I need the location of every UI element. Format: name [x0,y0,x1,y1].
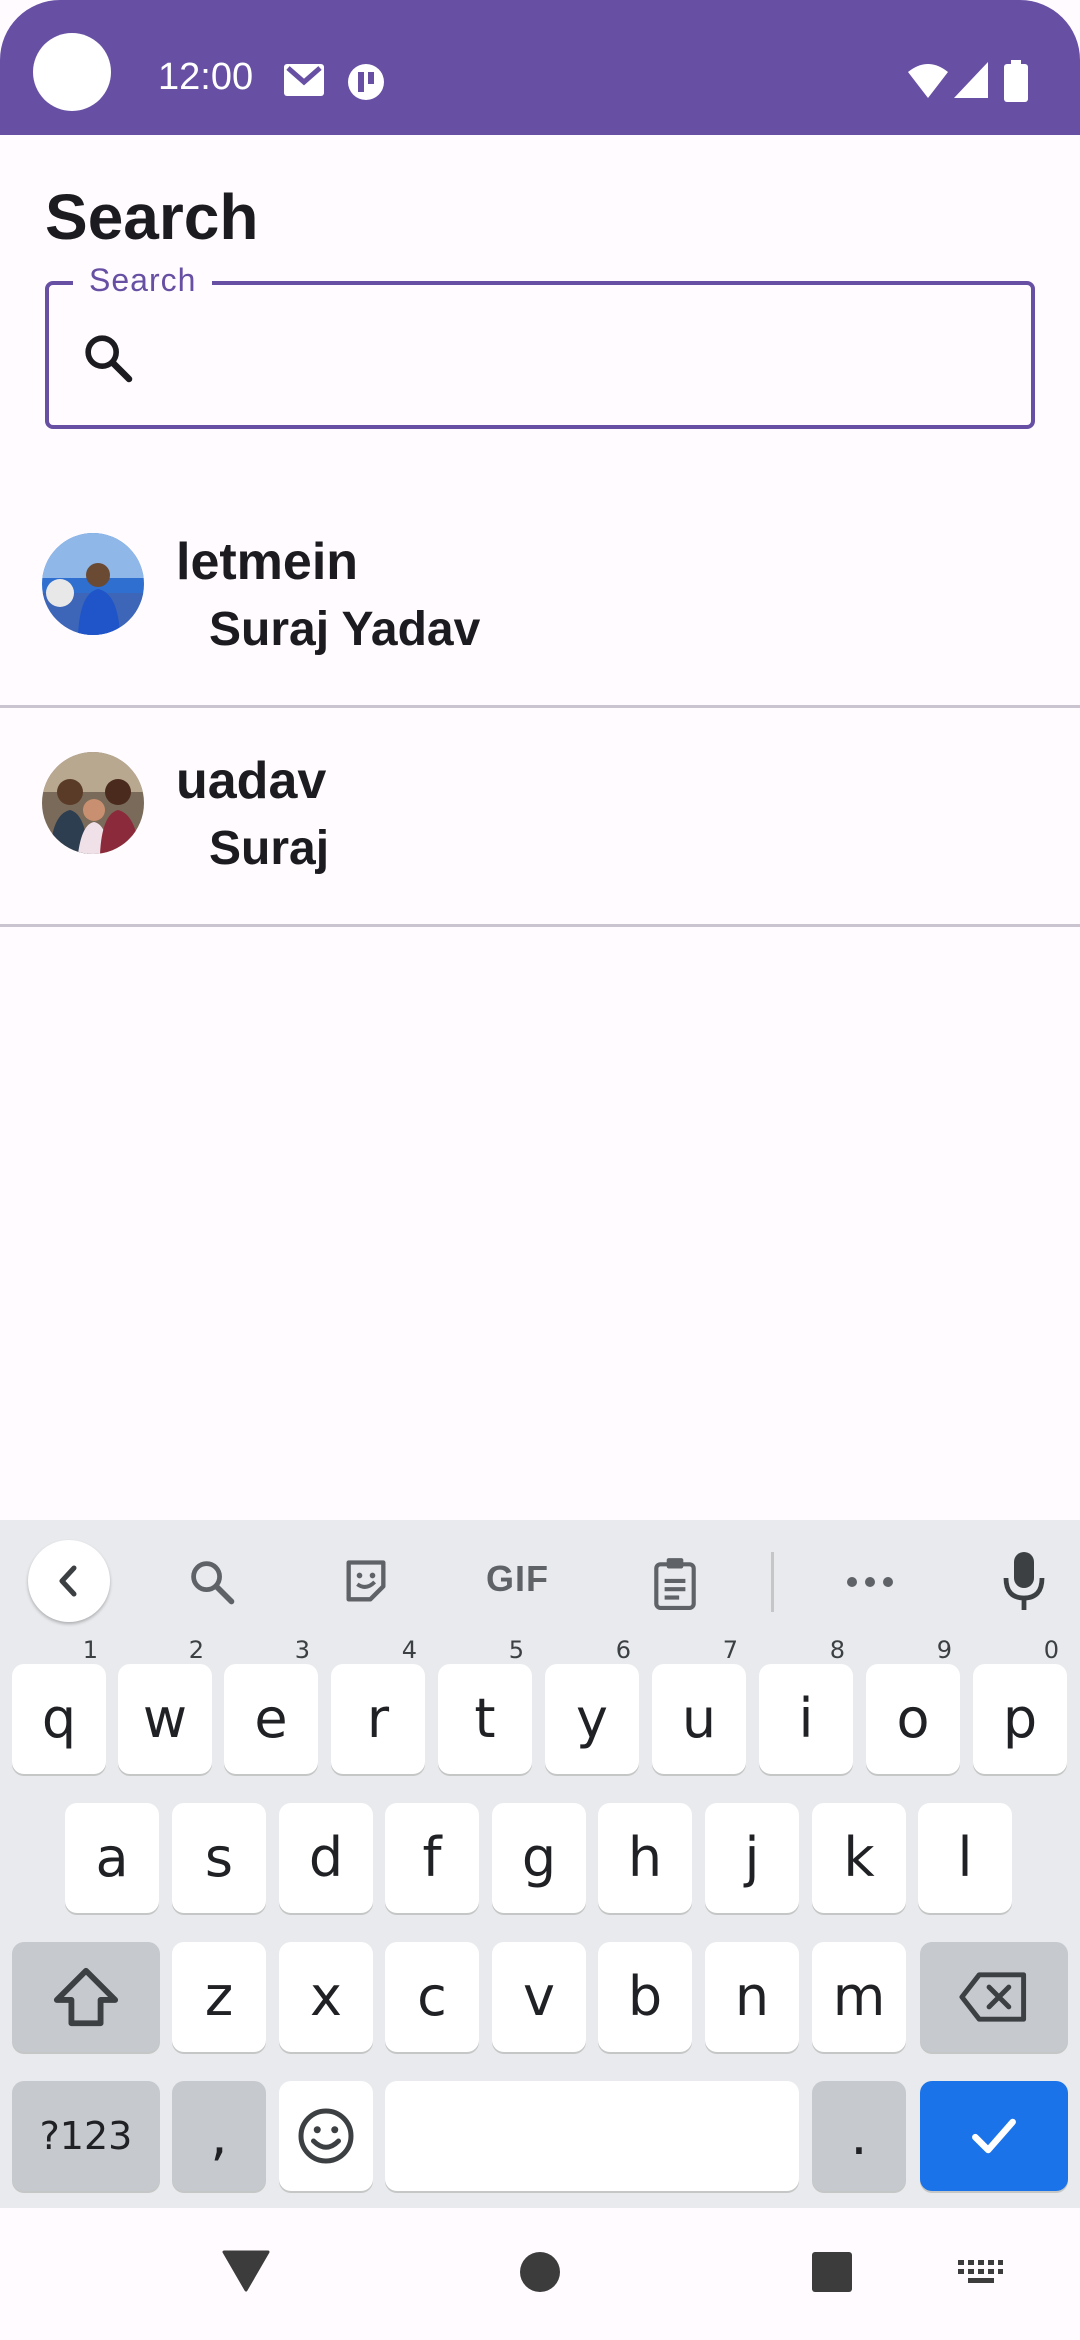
search-input[interactable] [160,300,1014,412]
space-key[interactable] [385,2081,799,2191]
status-time: 12:00 [158,56,254,98]
search-result-row[interactable]: uadav Suraj [0,706,1080,927]
key-d[interactable]: d [279,1803,373,1913]
keyboard-toolbar: GIF [0,1520,1080,1640]
gmail-icon [284,64,324,96]
key-r[interactable]: r4 [331,1638,425,1774]
key-y[interactable]: y6 [545,1638,639,1774]
key-u[interactable]: u7 [652,1638,746,1774]
key-o[interactable]: o9 [866,1638,960,1774]
key-t[interactable]: t5 [438,1638,532,1774]
backspace-icon [959,1972,1027,2022]
avatar [42,533,144,635]
key-l[interactable]: l [918,1803,1012,1913]
clipboard-icon[interactable] [650,1556,700,1610]
camera-cutout [33,33,111,111]
key-m[interactable]: m [812,1942,906,2052]
key-n[interactable]: n [705,1942,799,2052]
app-notification-icon [348,64,384,100]
key-e[interactable]: e3 [224,1638,318,1774]
keyboard-collapse-button[interactable] [28,1540,110,1622]
result-full-name: Suraj [209,822,330,875]
backspace-key[interactable] [920,1942,1068,2052]
emoji-key[interactable] [279,2081,373,2191]
checkmark-icon [972,2118,1016,2154]
emoji-icon [298,2108,354,2164]
search-field-label: Search [73,262,213,299]
toolbar-divider [771,1552,774,1612]
key-p[interactable]: p0 [973,1638,1067,1774]
on-screen-keyboard: GIF q1 w2 e3 r4 t5 y6 u7 i8 o9 p0 a s d … [0,1520,1080,2208]
search-result-row[interactable]: letmein Suraj Yadav [0,487,1080,708]
enter-key[interactable] [920,2081,1068,2191]
key-k[interactable]: k [812,1803,906,1913]
result-username: uadav [176,752,327,810]
key-a[interactable]: a [65,1803,159,1913]
recents-nav-icon[interactable] [810,2250,854,2294]
cellular-signal-icon [954,62,988,98]
back-nav-icon[interactable] [222,2250,270,2292]
key-s[interactable]: s [172,1803,266,1913]
key-j[interactable]: j [705,1803,799,1913]
key-f[interactable]: f [385,1803,479,1913]
key-x[interactable]: x [279,1942,373,2052]
more-options-icon[interactable] [844,1570,896,1594]
status-bar: 12:00 [0,0,1080,135]
key-b[interactable]: b [598,1942,692,2052]
key-h[interactable]: h [598,1803,692,1913]
key-v[interactable]: v [492,1942,586,2052]
key-i[interactable]: i8 [759,1638,853,1774]
microphone-icon[interactable] [1002,1550,1046,1612]
key-q[interactable]: q1 [12,1638,106,1774]
navigation-bar [0,2208,1080,2340]
key-c[interactable]: c [385,1942,479,2052]
gif-button[interactable]: GIF [486,1558,549,1600]
wifi-icon [908,64,948,98]
avatar [42,752,144,854]
keyboard-switch-icon[interactable] [956,2258,1004,2290]
battery-icon [1004,60,1028,102]
shift-key[interactable] [12,1942,160,2052]
shift-icon [53,1967,119,2027]
key-g[interactable]: g [492,1803,586,1913]
keyboard-search-icon[interactable] [186,1556,238,1608]
page-title: Search [45,181,259,253]
chevron-left-icon [59,1565,77,1597]
key-z[interactable]: z [172,1942,266,2052]
symbols-key[interactable]: ?123 [12,2081,160,2191]
sticker-icon[interactable] [340,1556,392,1608]
period-key[interactable]: . [812,2081,906,2191]
comma-key[interactable]: , [172,2081,266,2191]
home-nav-icon[interactable] [518,2250,562,2294]
result-full-name: Suraj Yadav [209,603,481,656]
result-username: letmein [176,533,359,591]
search-icon [85,335,133,383]
key-w[interactable]: w2 [118,1638,212,1774]
